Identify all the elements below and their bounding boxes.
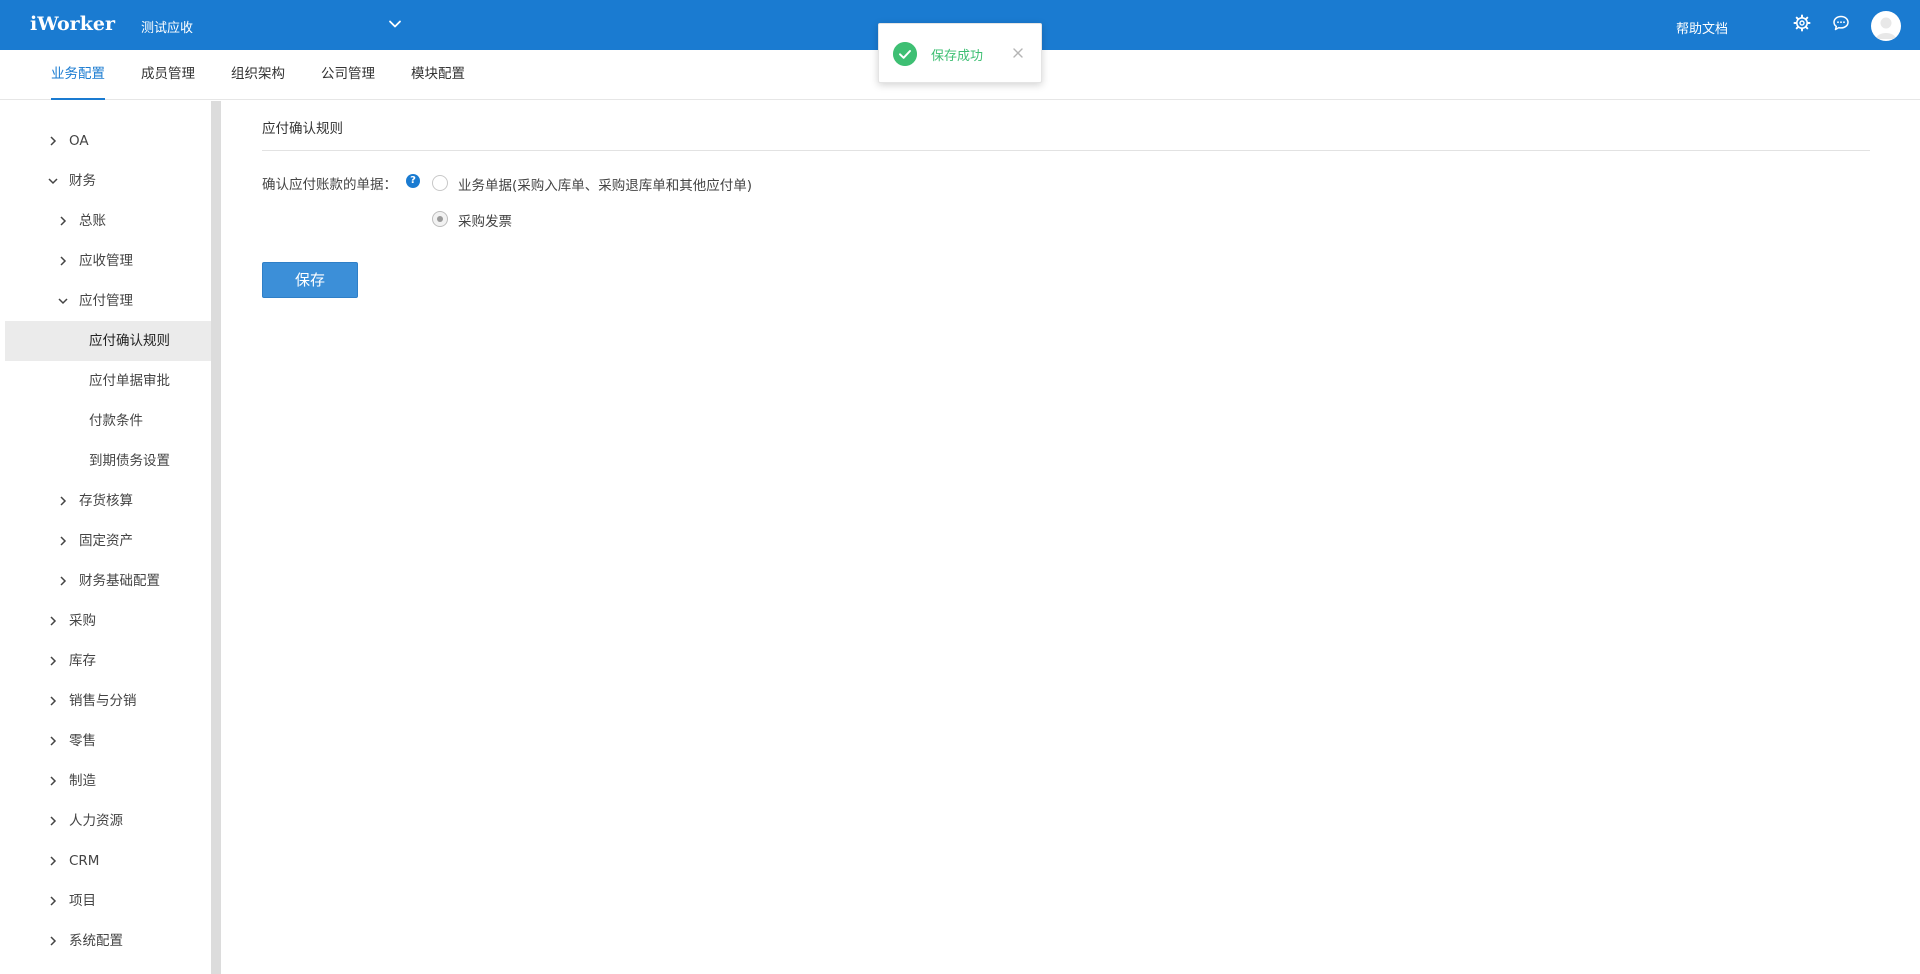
sidebar-item-receivables[interactable]: 应收管理 [5,241,211,281]
sidebar-item-oa[interactable]: OA [5,121,211,161]
sidebar-item-label: 库存 [69,653,96,669]
sidebar-item-label: 制造 [69,773,96,789]
field-label: 确认应付账款的单据： [262,177,397,193]
chevron-right-icon [60,256,67,266]
chevron-right-icon [50,136,57,146]
chevron-down-icon [58,298,68,305]
close-icon[interactable] [1011,46,1025,60]
sidebar-item-crm[interactable]: CRM [5,841,211,881]
chevron-right-icon [60,216,67,226]
sidebar-item-payable-confirm-rules[interactable]: 应付确认规则 [5,321,211,361]
tab-business-config[interactable]: 业务配置 [51,50,105,100]
check-circle-icon [893,42,917,66]
sidebar-item-label: 应付管理 [79,293,133,309]
sidebar-item-finance[interactable]: 财务 [5,161,211,201]
app-logo[interactable]: iWorker [30,13,115,35]
chevron-right-icon [60,576,67,586]
sidebar-item-finance-base-config[interactable]: 财务基础配置 [5,561,211,601]
sidebar-item-label: 财务基础配置 [79,573,160,589]
tab-member-management[interactable]: 成员管理 [141,50,195,100]
radio-button-checked[interactable] [432,211,448,227]
sidebar-item-label: 总账 [79,213,106,229]
sidebar-item-payment-terms[interactable]: 付款条件 [5,401,211,441]
sidebar-item-sales-distribution[interactable]: 销售与分销 [5,681,211,721]
sidebar-item-label: OA [69,133,89,149]
sidebar-item-label: 零售 [69,733,96,749]
sidebar-item-label: 付款条件 [89,413,143,429]
chevron-down-icon[interactable] [388,17,402,31]
sidebar-item-label: 项目 [69,893,96,909]
chevron-right-icon [50,696,57,706]
avatar[interactable] [1871,11,1901,41]
help-docs-link[interactable]: 帮助文档 [1676,18,1728,37]
chevron-right-icon [50,936,57,946]
chevron-right-icon [50,736,57,746]
chevron-right-icon [50,656,57,666]
sidebar-item-payable-doc-approval[interactable]: 应付单据审批 [5,361,211,401]
sidebar-item-due-debt-settings[interactable]: 到期债务设置 [5,441,211,481]
sidebar-item-label: 采购 [69,613,96,629]
radio-label: 业务单据(采购入库单、采购退库单和其他应付单) [458,178,753,194]
chevron-right-icon [50,856,57,866]
sidebar-item-inventory[interactable]: 库存 [5,641,211,681]
chevron-right-icon [60,536,67,546]
sidebar-item-label: 财务 [69,173,96,189]
sidebar-item-label: 应收管理 [79,253,133,269]
radio-button[interactable] [432,175,448,191]
tab-org-structure[interactable]: 组织架构 [231,50,285,100]
sidebar-item-general-ledger[interactable]: 总账 [5,201,211,241]
user-icon [1876,17,1896,39]
sidebar-item-payables[interactable]: 应付管理 [5,281,211,321]
sidebar-scrollbar[interactable] [211,101,221,974]
sidebar-item-label: 应付确认规则 [89,333,170,349]
sidebar-item-label: 到期债务设置 [89,453,170,469]
gear-icon[interactable] [1793,14,1811,32]
sidebar-item-label: 系统配置 [69,933,123,949]
sidebar-item-label: 存货核算 [79,493,133,509]
chat-icon[interactable] [1832,14,1850,32]
sidebar-item-inventory-accounting[interactable]: 存货核算 [5,481,211,521]
chevron-down-icon [48,178,58,185]
chevron-right-icon [50,816,57,826]
save-button[interactable]: 保存 [262,262,358,298]
sidebar-item-manufacturing[interactable]: 制造 [5,761,211,801]
sidebar-item-human-resources[interactable]: 人力资源 [5,801,211,841]
sidebar-item-label: 销售与分销 [69,693,137,709]
tab-company-management[interactable]: 公司管理 [321,50,375,100]
sidebar: OA 财务 总账 应收管理 应付管理 应付确认规则 应付单据审批 付款条件 到期… [0,101,211,974]
chevron-right-icon [50,776,57,786]
sidebar-item-label: 应付单据审批 [89,373,170,389]
section-divider [262,150,1870,151]
main-content: 应付确认规则 确认应付账款的单据： ? 业务单据(采购入库单、采购退库单和其他应… [222,101,1920,974]
sidebar-item-label: CRM [69,853,100,869]
company-selector-label[interactable]: 测试应收 [141,17,193,36]
sidebar-item-label: 人力资源 [69,813,123,829]
sidebar-item-projects[interactable]: 项目 [5,881,211,921]
tab-module-config[interactable]: 模块配置 [411,50,465,100]
success-toast: 保存成功 [878,23,1042,83]
toast-message: 保存成功 [931,49,984,64]
radio-label: 采购发票 [458,214,512,230]
sidebar-item-system-config[interactable]: 系统配置 [5,921,211,961]
sidebar-item-retail[interactable]: 零售 [5,721,211,761]
chevron-right-icon [50,616,57,626]
sidebar-item-fixed-assets[interactable]: 固定资产 [5,521,211,561]
section-title: 应付确认规则 [262,121,343,137]
sidebar-item-purchasing[interactable]: 采购 [5,601,211,641]
help-icon[interactable]: ? [406,174,420,188]
chevron-right-icon [60,496,67,506]
sidebar-item-label: 固定资产 [79,533,133,549]
chevron-right-icon [50,896,57,906]
